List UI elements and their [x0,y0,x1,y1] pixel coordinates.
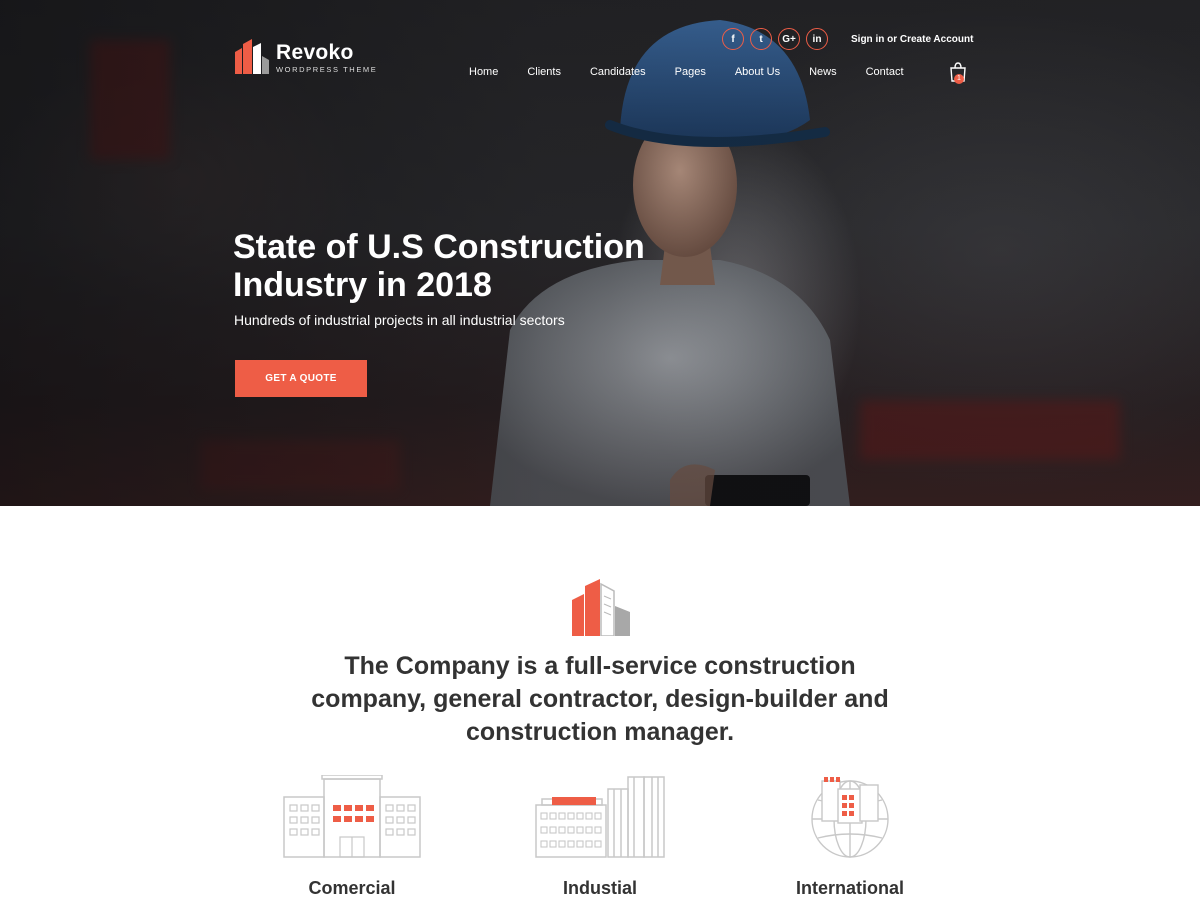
logo[interactable]: Revoko WORDPRESS THEME [234,38,377,74]
nav-item-clients[interactable]: Clients [527,66,561,78]
hero-section: Revoko WORDPRESS THEME f t G+ in Sign in… [0,0,1200,506]
nav-item-news[interactable]: News [809,66,837,78]
feature-industrial[interactable]: Industial [500,775,700,899]
nav-item-contact[interactable]: Contact [866,66,904,78]
hero-title: State of U.S Construction Industry in 20… [233,228,645,304]
twitter-icon[interactable]: t [750,28,772,50]
nav-item-about-us[interactable]: About Us [735,66,780,78]
linkedin-icon[interactable]: in [806,28,828,50]
hero-subtitle: Hundreds of industrial projects in all i… [234,312,565,328]
facebook-icon[interactable]: f [722,28,744,50]
feature-international[interactable]: International [750,775,950,899]
company-tagline: The Company is a full-service constructi… [311,652,889,746]
commercial-building-icon [283,775,421,858]
international-globe-icon [811,777,889,858]
logo-tagline: WORDPRESS THEME [276,65,378,74]
main-nav: Home Clients Candidates Pages About Us N… [469,66,904,78]
feature-label-international: International [795,878,904,898]
logo-buildings-icon [235,39,269,74]
sign-in-link[interactable]: Sign in or Create Account [851,34,973,45]
industrial-factory-icon [535,776,665,858]
get-a-quote-button[interactable]: GET A QUOTE [235,360,367,397]
buildings-icon [572,579,630,636]
feature-label-commercial: Comercial [308,878,396,898]
feature-label-industrial: Industial [562,878,637,898]
nav-item-pages[interactable]: Pages [675,66,706,78]
feature-commercial[interactable]: Comercial [252,775,452,899]
social-links: f t G+ in [722,28,828,50]
google-plus-icon[interactable]: G+ [778,28,800,50]
nav-item-candidates[interactable]: Candidates [590,66,646,78]
nav-item-home[interactable]: Home [469,66,498,78]
logo-name: Revoko [276,41,354,64]
cart-count-badge: 1 [954,74,964,84]
